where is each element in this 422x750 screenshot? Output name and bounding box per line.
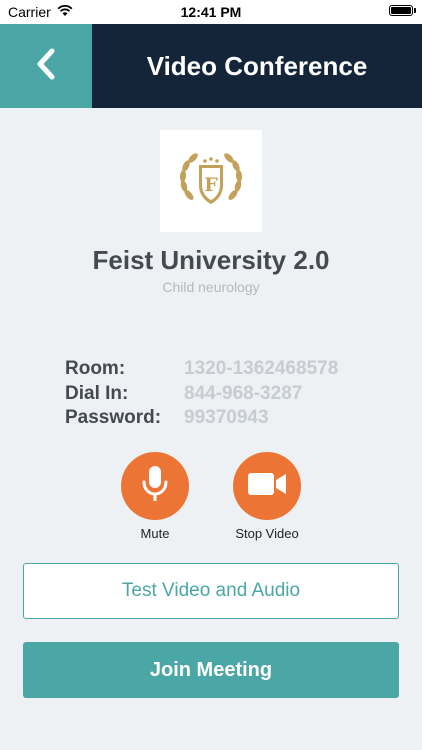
join-meeting-button[interactable]: Join Meeting xyxy=(23,642,399,698)
logo-letter: F xyxy=(204,174,218,196)
video-camera-icon xyxy=(247,471,287,502)
join-meeting-label: Join Meeting xyxy=(149,658,273,681)
clock: 12:41 PM xyxy=(180,4,242,20)
test-video-audio-label: Test Video and Audio xyxy=(121,580,301,601)
dial-in-value: 844-968-3287 xyxy=(184,383,303,404)
organization-logo: F xyxy=(160,130,262,232)
organization-subtitle: Child neurology xyxy=(162,279,260,295)
back-button[interactable] xyxy=(0,24,92,108)
password-value: 99370943 xyxy=(184,407,269,428)
test-video-audio-button[interactable]: Test Video and Audio xyxy=(23,563,399,619)
status-bar: Carrier 12:41 PM xyxy=(0,0,422,24)
microphone-icon xyxy=(140,464,170,509)
room-value: 1320-1362468578 xyxy=(184,358,339,379)
stop-video-button[interactable] xyxy=(233,452,301,520)
chevron-left-icon xyxy=(35,47,57,86)
mute-button[interactable] xyxy=(121,452,189,520)
battery-icon xyxy=(389,5,416,16)
header: Video Conference xyxy=(0,24,422,108)
page-title: Video Conference xyxy=(146,50,368,81)
laurel-crest-icon: F xyxy=(179,153,243,204)
room-label: Room: xyxy=(65,358,126,379)
password-label: Password: xyxy=(65,407,162,428)
organization-name: Feist University 2.0 xyxy=(92,245,330,275)
mute-label: Mute xyxy=(140,526,170,541)
dial-in-label: Dial In: xyxy=(65,383,129,404)
stop-video-label: Stop Video xyxy=(235,526,299,541)
